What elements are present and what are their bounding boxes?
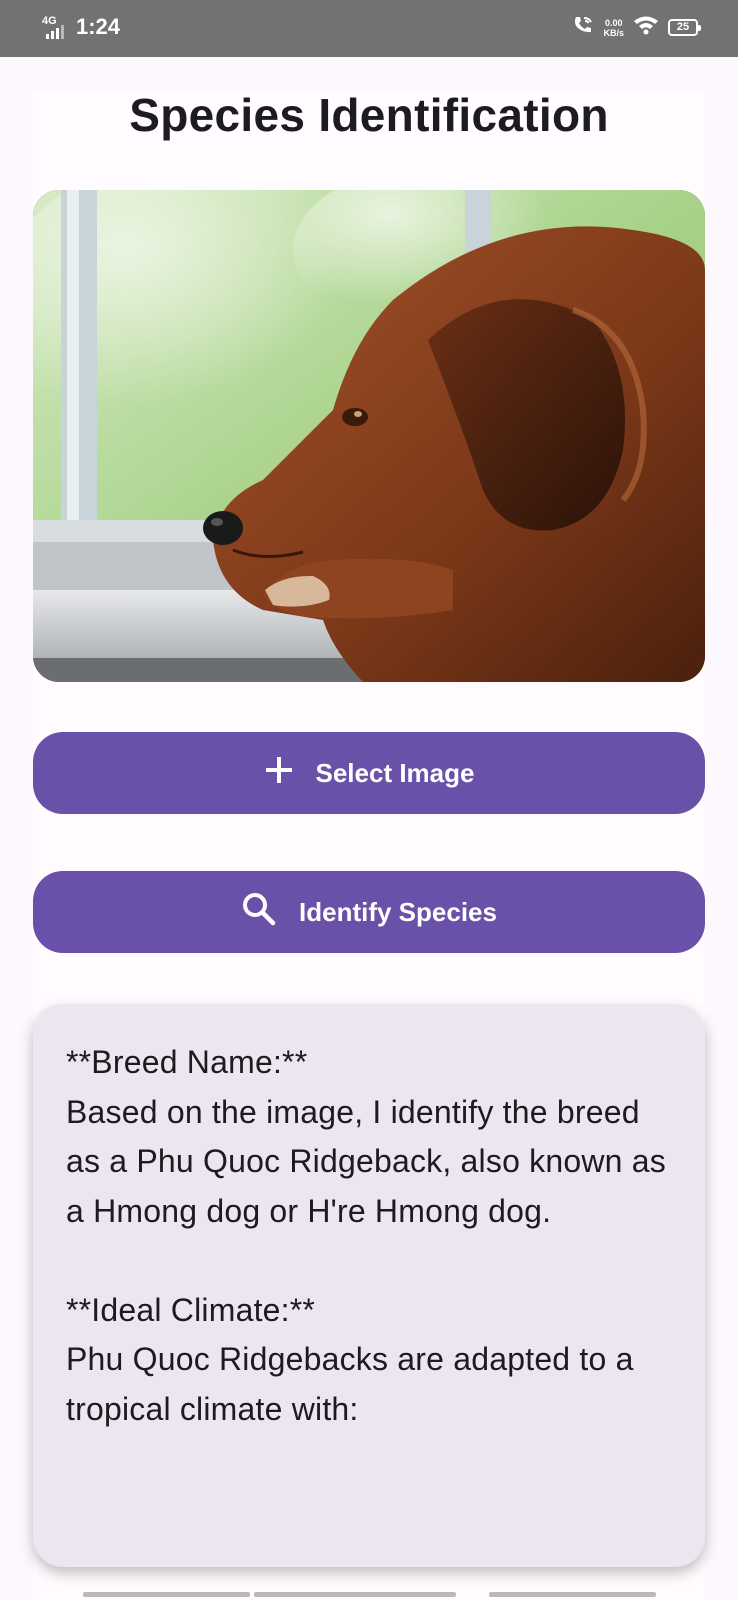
status-right: 0.00 KB/s 25 bbox=[572, 14, 701, 41]
battery-icon: 25 bbox=[668, 19, 701, 36]
result-text: **Breed Name:** Based on the image, I id… bbox=[66, 1044, 666, 1427]
dog-photo bbox=[33, 190, 705, 682]
identify-species-button[interactable]: Identify Species bbox=[33, 871, 705, 953]
scroll-indicator bbox=[254, 1592, 456, 1597]
status-left: 4G 1:24 bbox=[42, 13, 120, 41]
search-icon bbox=[241, 891, 277, 934]
speed-unit: KB/s bbox=[603, 27, 624, 38]
clock: 1:24 bbox=[76, 14, 121, 39]
scroll-indicator bbox=[489, 1592, 656, 1597]
result-card[interactable]: **Breed Name:** Based on the image, I id… bbox=[33, 1004, 705, 1567]
plus-icon bbox=[264, 755, 294, 792]
network-speed: 0.00 KB/s bbox=[603, 18, 624, 38]
select-image-button[interactable]: Select Image bbox=[33, 732, 705, 814]
page-title: Species Identification bbox=[129, 89, 609, 141]
wifi-call-icon bbox=[572, 14, 594, 41]
wifi-icon bbox=[633, 15, 659, 40]
speed-value: 0.00 bbox=[604, 17, 623, 28]
battery-level: 25 bbox=[676, 21, 690, 33]
status-bar: 4G 1:24 0.00 KB/s 25 bbox=[0, 0, 738, 57]
identify-species-label: Identify Species bbox=[299, 896, 497, 927]
scroll-indicator bbox=[83, 1592, 250, 1597]
signal-icon: 4G bbox=[42, 13, 72, 41]
select-image-label: Select Image bbox=[315, 757, 475, 788]
selected-image-preview bbox=[33, 190, 705, 682]
